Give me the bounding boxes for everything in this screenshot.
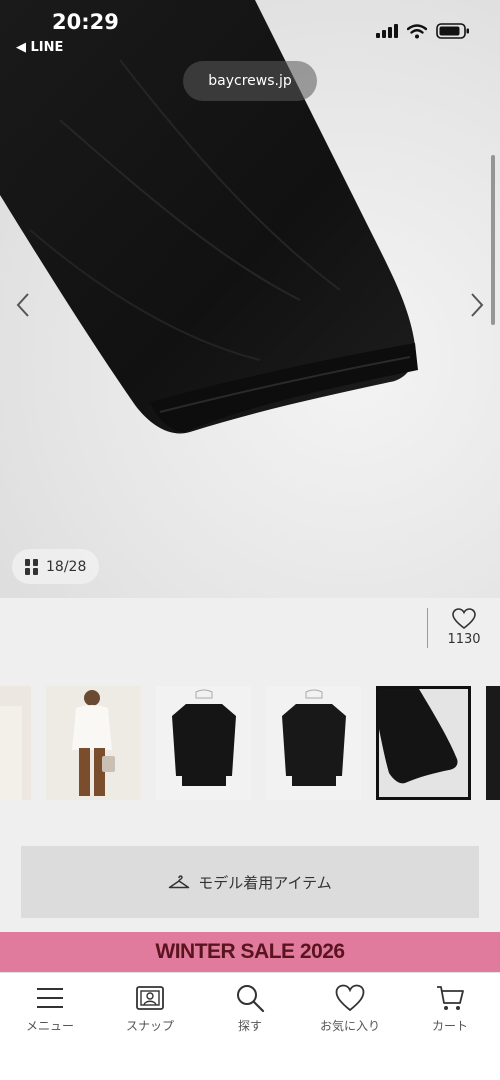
image-counter-text: 18/28	[46, 558, 87, 575]
favorite-button[interactable]: 1130	[427, 608, 500, 648]
nav-item-favorites[interactable]: お気に入り	[300, 983, 400, 1034]
search-icon	[237, 985, 265, 1013]
thumbnail-image[interactable]	[0, 686, 31, 800]
wifi-icon	[407, 23, 427, 38]
thumbnail-image[interactable]	[486, 686, 500, 800]
scrollbar[interactable]	[491, 155, 495, 325]
nav-item-search[interactable]: 探す	[200, 983, 300, 1034]
grid-icon	[25, 558, 38, 575]
thumbnail-strip[interactable]	[0, 686, 500, 800]
back-to-line-link[interactable]: ◀ LINE	[16, 40, 63, 55]
hanger-icon	[168, 875, 190, 889]
snap-photo-icon	[136, 986, 164, 1010]
cellular-signal-icon	[376, 24, 398, 38]
previous-image-arrow-icon[interactable]	[12, 290, 36, 320]
thumbnail-image[interactable]	[156, 686, 251, 800]
nav-item-snap[interactable]: スナップ	[100, 983, 200, 1034]
model-items-label: モデル着用アイテム	[198, 873, 332, 892]
bottom-navigation: メニュー スナップ 探す お気に入り カート	[0, 972, 500, 1080]
nav-label: カート	[431, 1019, 468, 1033]
next-image-arrow-icon[interactable]	[464, 290, 488, 320]
nav-label: メニュー	[25, 1019, 74, 1033]
status-time: 20:29	[52, 10, 119, 34]
like-count: 1130	[447, 632, 481, 647]
nav-item-cart[interactable]: カート	[400, 983, 500, 1034]
status-icons	[376, 23, 470, 39]
image-counter-button[interactable]: 18/28	[12, 549, 99, 584]
nav-item-menu[interactable]: メニュー	[0, 983, 100, 1034]
heart-icon	[335, 984, 365, 1012]
heart-icon	[452, 608, 476, 630]
nav-label: スナップ	[125, 1019, 174, 1033]
status-bar: 20:29 ◀ LINE	[0, 0, 500, 60]
nav-label: お気に入り	[319, 1019, 380, 1033]
thumbnail-image[interactable]	[266, 686, 361, 800]
nav-label: 探す	[237, 1019, 262, 1033]
cart-icon	[437, 986, 464, 1010]
url-bar[interactable]: baycrews.jp	[183, 61, 317, 101]
hamburger-menu-icon	[37, 988, 63, 1008]
battery-icon	[436, 23, 469, 39]
product-section: 1130 モデル着用アイテム	[0, 598, 500, 972]
thumbnail-image[interactable]	[46, 686, 141, 800]
thumbnail-image-selected[interactable]	[376, 686, 471, 800]
model-items-button[interactable]: モデル着用アイテム	[21, 846, 479, 918]
winter-sale-banner[interactable]: WINTER SALE 2026	[0, 932, 500, 972]
product-image-viewer[interactable]: 20:29 ◀ LINE baycrews.jp 18/28	[0, 0, 500, 598]
